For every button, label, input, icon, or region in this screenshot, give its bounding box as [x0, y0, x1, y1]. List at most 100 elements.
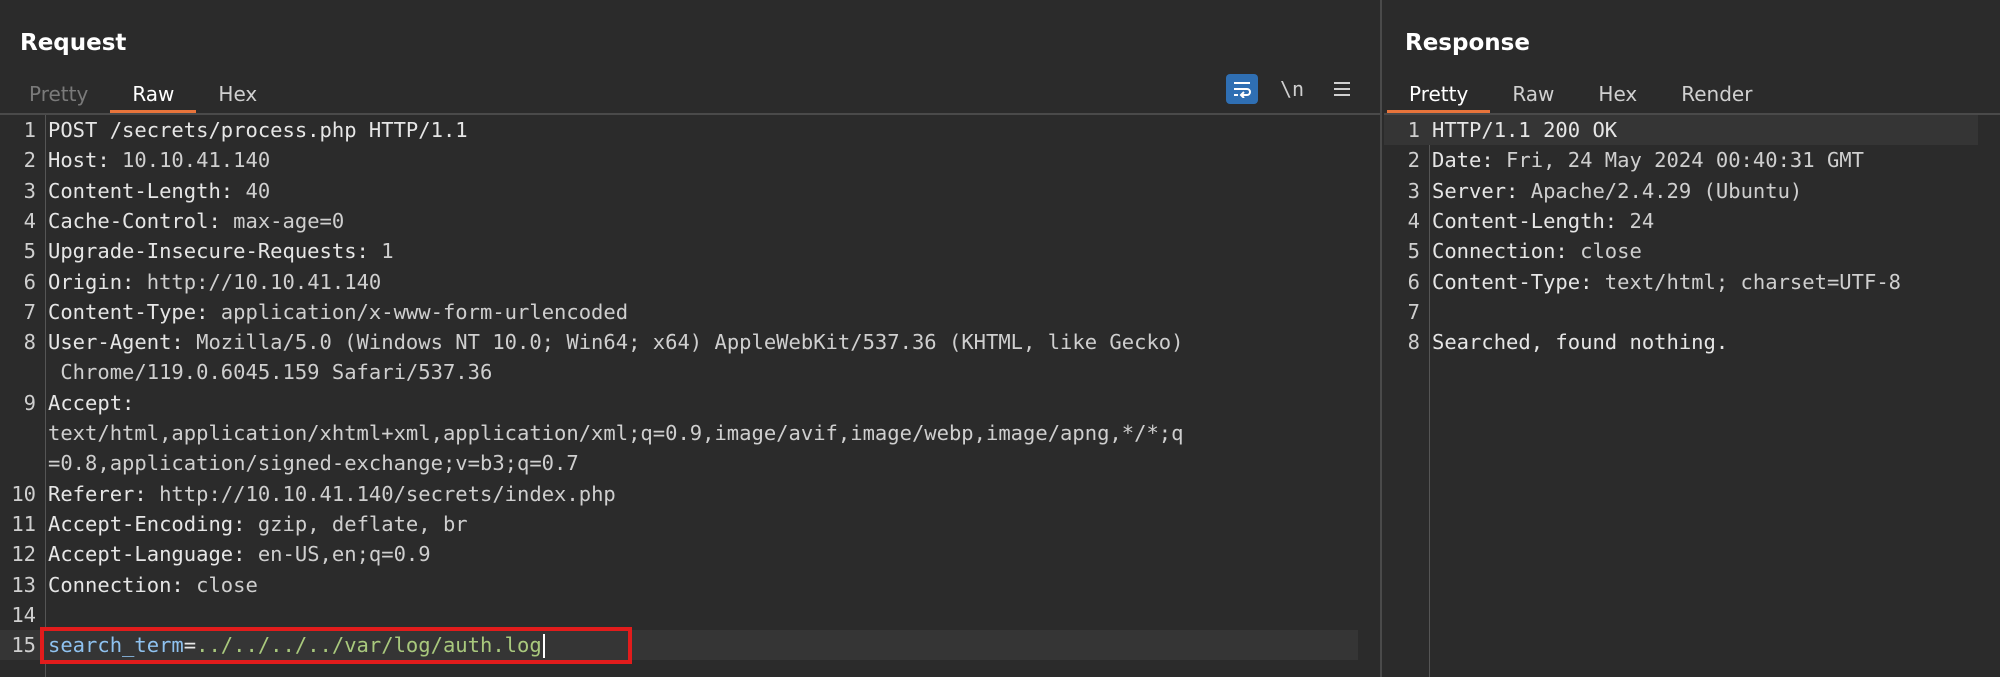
tab-response-render[interactable]: Render [1659, 76, 1774, 114]
request-line[interactable]: 1 POST /secrets/process.php HTTP/1.1 [0, 115, 1358, 145]
line-content[interactable]: Connection: close [1432, 236, 1642, 266]
request-editor[interactable]: 1 POST /secrets/process.php HTTP/1.1 2 Host… [0, 115, 1380, 677]
response-line[interactable]: 4 Content-Length: 24 [1384, 206, 1978, 236]
tab-response-raw[interactable]: Raw [1490, 76, 1576, 114]
response-line[interactable]: 2 Date: Fri, 24 May 2024 00:40:31 GMT [1384, 145, 1978, 175]
line-content[interactable]: =0.8,application/signed-exchange;v=b3;q=… [48, 448, 579, 478]
response-line[interactable]: 8 Searched, found nothing. [1384, 327, 1978, 357]
text-caret [542, 634, 545, 659]
response-line[interactable]: 3 Server: Apache/2.4.29 (Ubuntu) [1384, 176, 1978, 206]
request-line[interactable]: text/html,application/xhtml+xml,applicat… [0, 418, 1358, 448]
header-value: text/html,application/xhtml+xml,applicat… [48, 421, 1184, 445]
header-name: Content-Type: [48, 299, 209, 324]
line-number: 9 [23, 390, 36, 415]
request-line[interactable]: 3 Content-Length: 40 [0, 176, 1358, 206]
request-line[interactable]: 11 Accept-Encoding: gzip, deflate, br [0, 509, 1358, 539]
response-line[interactable]: 7 [1384, 297, 1978, 327]
line-number: 1 [1407, 118, 1420, 142]
line-content[interactable]: Host: 10.10.41.140 [48, 145, 270, 175]
line-content[interactable]: Upgrade-Insecure-Requests: 1 [48, 236, 394, 266]
header-value: en-US,en;q=0.9 [245, 542, 431, 567]
request-line[interactable]: 14 [0, 600, 1358, 630]
tab-response-pretty[interactable]: Pretty [1387, 76, 1491, 114]
request-line[interactable]: 6 Origin: http://10.10.41.140 [0, 267, 1358, 297]
header-name: Searched, found nothing. [1432, 330, 1729, 355]
request-line[interactable]: 7 Content-Type: application/x-www-form-ur… [0, 297, 1358, 327]
request-line[interactable]: 4 Cache-Control: max-age=0 [0, 206, 1358, 236]
header-name: POST /secrets/process.php HTTP/1.1 [48, 118, 468, 142]
line-number: 3 [23, 178, 36, 203]
request-line[interactable]: 5 Upgrade-Insecure-Requests: 1 [0, 236, 1358, 266]
header-value: http://10.10.41.140/secrets/index.php [146, 481, 616, 506]
line-number: 6 [1407, 269, 1420, 294]
request-line[interactable]: 10 Referer: http://10.10.41.140/secrets/i… [0, 479, 1358, 509]
request-pane: Request Pretty Raw Hex \n 1 POST /secrets… [0, 0, 1382, 677]
hamburger-menu-icon[interactable] [1326, 74, 1358, 104]
line-content[interactable]: Origin: http://10.10.41.140 [48, 267, 381, 297]
line-content[interactable]: Content-Length: 40 [48, 176, 270, 206]
line-content[interactable]: Connection: close [48, 570, 258, 600]
line-content[interactable]: User-Agent: Mozilla/5.0 (Windows NT 10.0… [48, 327, 1183, 357]
header-name: Accept-Language: [48, 542, 246, 567]
request-line[interactable]: Chrome/119.0.6045.159 Safari/537.36 [0, 357, 1358, 387]
tab-request-raw[interactable]: Raw [110, 76, 197, 114]
header-name: User-Agent: [48, 330, 184, 355]
line-content[interactable]: Date: Fri, 24 May 2024 00:40:31 GMT [1432, 145, 1864, 175]
response-line[interactable]: 6 Content-Type: text/html; charset=UTF-8 [1384, 267, 1978, 297]
line-content[interactable]: Accept: [48, 388, 134, 418]
line-content[interactable]: Server: Apache/2.4.29 (Ubuntu) [1432, 176, 1802, 206]
line-content[interactable]: Cache-Control: max-age=0 [48, 206, 344, 236]
line-content[interactable]: Accept-Encoding: gzip, deflate, br [48, 509, 468, 539]
response-line[interactable]: 5 Connection: close [1384, 236, 1978, 266]
line-number: 5 [1407, 239, 1420, 264]
line-number: 10 [11, 481, 36, 506]
line-content[interactable]: Accept-Language: en-US,en;q=0.9 [48, 539, 431, 569]
line-content[interactable]: Content-Length: 24 [1432, 206, 1654, 236]
line-number: 4 [23, 208, 36, 233]
line-content[interactable]: Content-Type: application/x-www-form-url… [48, 297, 628, 327]
param-equals: = [183, 633, 197, 658]
request-line[interactable]: =0.8,application/signed-exchange;v=b3;q=… [0, 448, 1358, 478]
response-editor[interactable]: 1 HTTP/1.1 200 OK 2 Date: Fri, 24 May 2024 … [1384, 115, 2000, 677]
header-name: Date: [1432, 148, 1494, 173]
line-number: 2 [1407, 148, 1420, 173]
header-value: Apache/2.4.29 (Ubuntu) [1518, 178, 1803, 203]
line-number: 15 [11, 633, 36, 658]
show-newlines-button[interactable]: \n [1276, 74, 1308, 104]
request-line[interactable]: 13 Connection: close [0, 570, 1358, 600]
tab-request-pretty[interactable]: Pretty [7, 76, 110, 114]
tab-response-hex[interactable]: Hex [1576, 76, 1659, 114]
header-name: Content-Length: [1432, 208, 1618, 233]
request-tabs: Pretty Raw Hex [7, 76, 279, 114]
response-title: Response [1405, 30, 1530, 56]
line-content[interactable]: Referer: http://10.10.41.140/secrets/ind… [48, 479, 616, 509]
request-line[interactable]: 2 Host: 10.10.41.140 [0, 145, 1358, 175]
line-content[interactable]: POST /secrets/process.php HTTP/1.1 [48, 115, 468, 145]
response-line[interactable]: 1 HTTP/1.1 200 OK [1384, 115, 1978, 145]
header-value: =0.8,application/signed-exchange;v=b3;q=… [48, 451, 579, 476]
response-pane: Response Pretty Raw Hex Render 1 HTTP/1.1… [1384, 0, 2000, 677]
request-line[interactable]: 12 Accept-Language: en-US,en;q=0.9 [0, 539, 1358, 569]
line-number: 8 [23, 330, 36, 355]
response-tabs: Pretty Raw Hex Render [1387, 76, 1774, 114]
line-number: 7 [1407, 299, 1420, 324]
tab-request-hex[interactable]: Hex [196, 76, 279, 114]
line-content[interactable]: Searched, found nothing. [1432, 327, 1728, 357]
line-content[interactable]: text/html,application/xhtml+xml,applicat… [48, 418, 1183, 448]
line-content[interactable]: HTTP/1.1 200 OK [1432, 115, 1617, 145]
header-name: Server: [1432, 178, 1519, 203]
header-name: Origin: [48, 269, 135, 294]
wrap-lines-icon[interactable] [1226, 74, 1258, 104]
header-value: Mozilla/5.0 (Windows NT 10.0; Win64; x64… [183, 330, 1184, 355]
header-value: Chrome/119.0.6045.159 Safari/537.36 [48, 360, 493, 385]
param-name: search_term [48, 633, 184, 658]
request-line[interactable]: 8 User-Agent: Mozilla/5.0 (Windows NT 10.… [0, 327, 1358, 357]
line-number: 14 [11, 602, 36, 627]
line-content[interactable]: Content-Type: text/html; charset=UTF-8 [1432, 267, 1901, 297]
line-content[interactable]: search_term=../../../../var/log/auth.log [48, 630, 545, 660]
request-line[interactable]: 9 Accept: [0, 388, 1358, 418]
param-value[interactable]: ../../../../var/log/auth.log [196, 633, 542, 657]
request-body-line[interactable]: 15 search_term=../../../../var/log/auth.l… [0, 630, 1358, 661]
header-value: Fri, 24 May 2024 00:40:31 GMT [1493, 148, 1864, 173]
line-content[interactable]: Chrome/119.0.6045.159 Safari/537.36 [48, 357, 492, 387]
